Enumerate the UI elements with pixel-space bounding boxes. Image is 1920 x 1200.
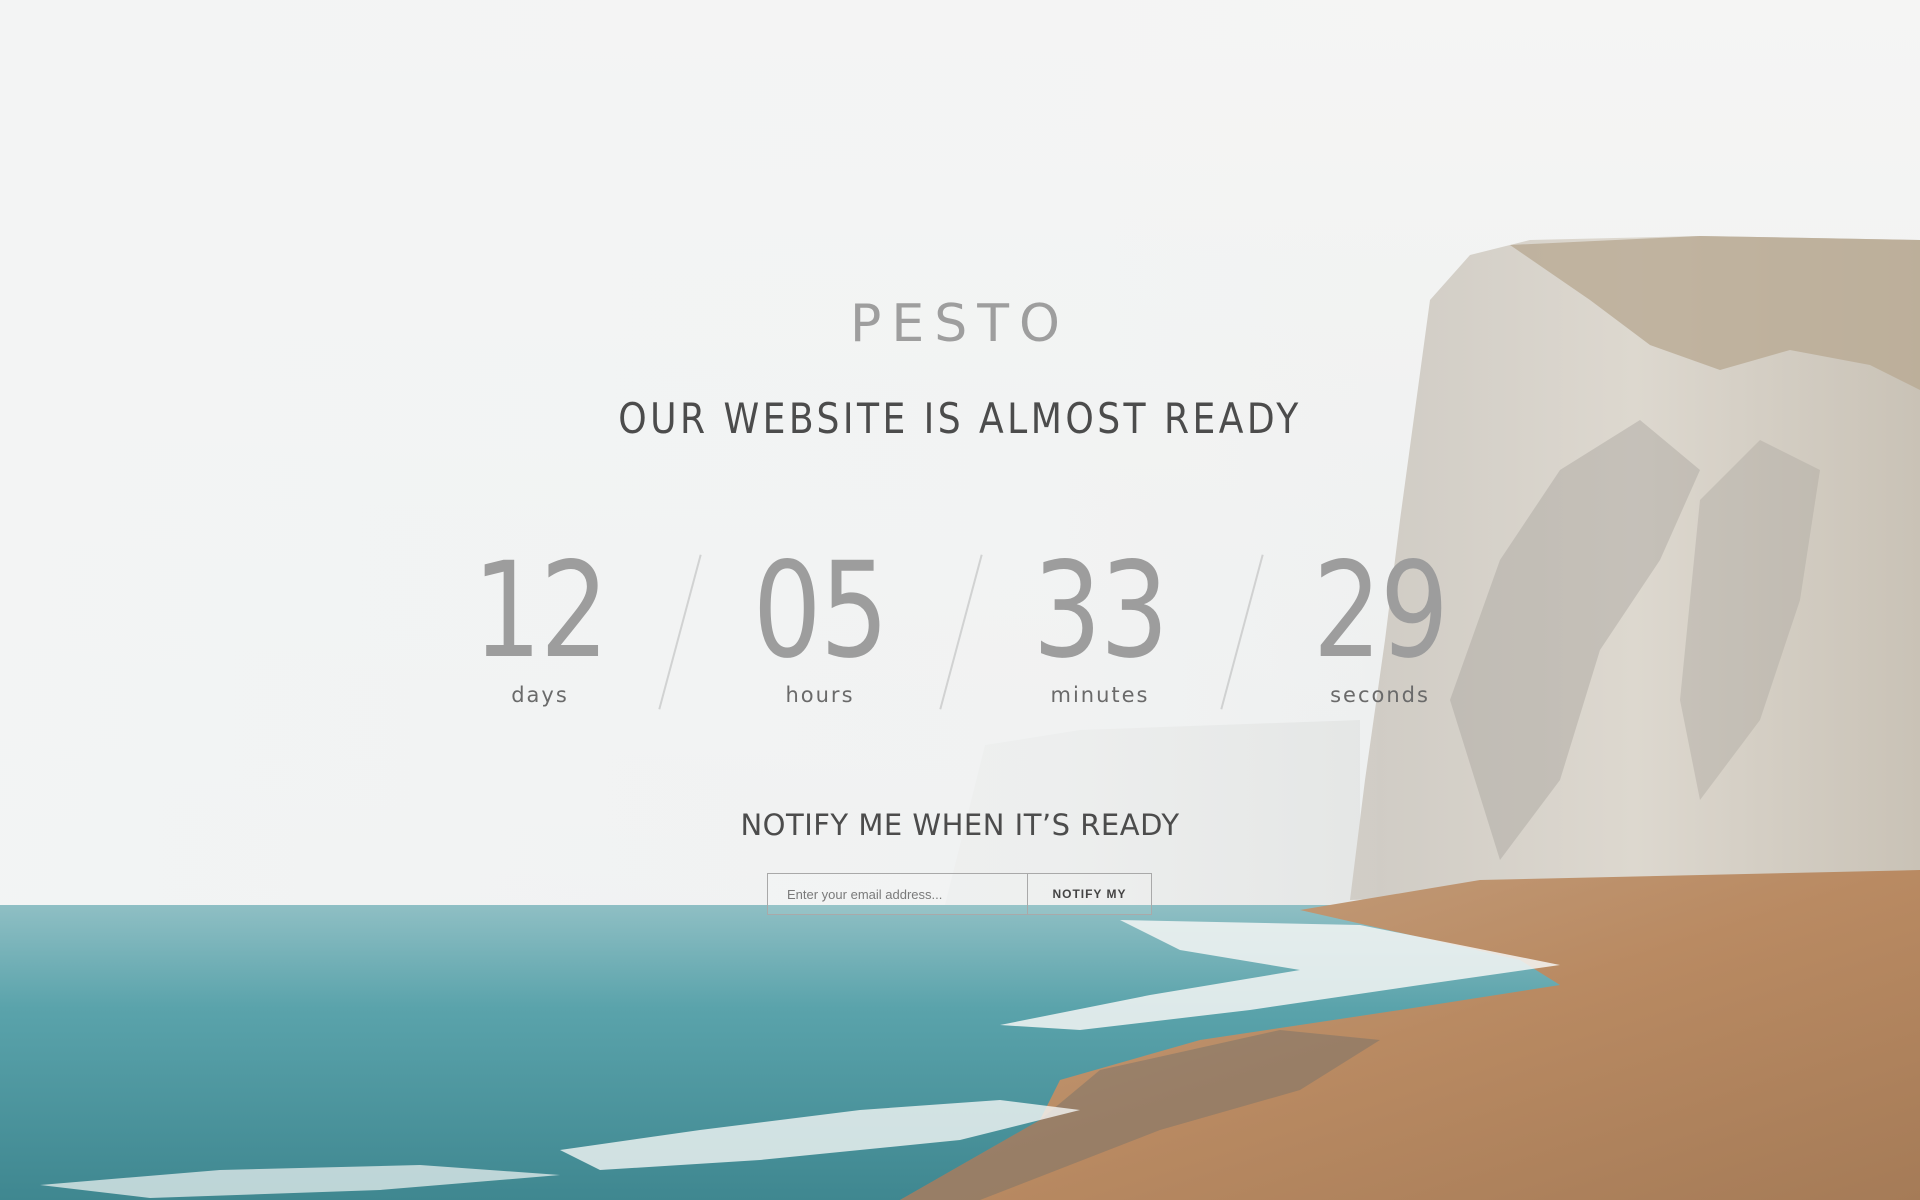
countdown-minutes-value: 33 <box>1032 534 1169 688</box>
countdown-days-value: 12 <box>472 534 609 688</box>
countdown-minutes-label: minutes <box>1050 683 1150 707</box>
page-headline: OUR WEBSITE IS ALMOST READY <box>618 394 1302 443</box>
notify-button[interactable]: NOTIFY MY <box>1027 874 1151 914</box>
countdown-hours: 05 hours <box>690 545 950 706</box>
countdown-seconds-value: 29 <box>1312 534 1449 688</box>
countdown-minutes: 33 minutes <box>970 545 1230 706</box>
countdown-days: 12 days <box>410 545 670 706</box>
brand-logo[interactable]: PESTO <box>0 298 1920 350</box>
email-input[interactable] <box>768 874 1027 914</box>
countdown-seconds-label: seconds <box>1330 683 1430 707</box>
countdown-seconds: 29 seconds <box>1250 545 1510 706</box>
countdown-days-label: days <box>511 683 569 707</box>
notify-title: NOTIFY ME WHEN IT’S READY <box>740 808 1180 842</box>
countdown-hours-label: hours <box>785 683 855 707</box>
notify-form: NOTIFY MY <box>767 873 1152 915</box>
coming-soon-section: PESTO OUR WEBSITE IS ALMOST READY 12 day… <box>0 0 1920 1200</box>
countdown-hours-value: 05 <box>752 534 889 688</box>
